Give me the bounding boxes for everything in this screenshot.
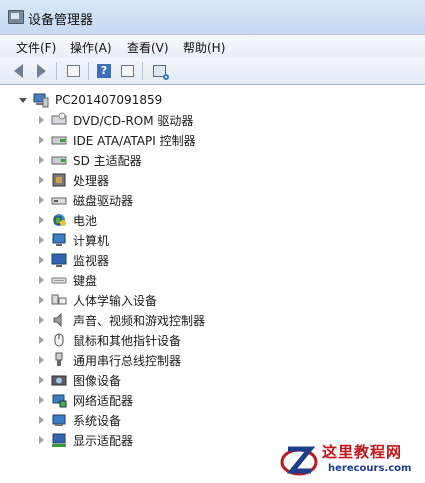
show-hide-tree-icon[interactable]: [65, 63, 81, 79]
expand-arrow-icon[interactable]: [37, 116, 45, 124]
expand-arrow-icon[interactable]: [37, 316, 45, 324]
tree-item-label: 网络适配器: [73, 393, 134, 408]
toolbar-separator: [88, 62, 89, 80]
tree-item-label: SD 主适配器: [73, 153, 142, 168]
expand-arrow-icon[interactable]: [37, 376, 45, 384]
tree-item[interactable]: 磁盘驱动器: [37, 190, 133, 210]
tree-item-label: 图像设备: [73, 373, 122, 388]
device-tree: PC201407091859 DVD/CD-ROM 驱动器 IDE ATA/ATA…: [0, 85, 425, 483]
processor-icon: [51, 172, 67, 188]
menu-view[interactable]: 查看(V): [127, 39, 169, 56]
tree-item-label: 通用串行总线控制器: [73, 353, 182, 368]
computer-icon: [33, 92, 49, 108]
expand-arrow-icon[interactable]: [37, 156, 45, 164]
optical-drive-icon: [51, 112, 67, 128]
tree-item-label: 计算机: [73, 233, 110, 248]
camera-icon: [51, 372, 67, 388]
tree-item-label: 鼠标和其他指针设备: [73, 333, 182, 348]
forward-arrow-icon[interactable]: [33, 63, 49, 79]
network-adapter-icon: [51, 392, 67, 408]
display-adapter-icon: [51, 432, 67, 448]
expand-arrow-icon[interactable]: [37, 356, 45, 364]
expand-arrow-icon[interactable]: [37, 276, 45, 284]
monitor-icon: [51, 252, 67, 268]
tree-item[interactable]: 声音、视频和游戏控制器: [37, 310, 205, 330]
watermark-url: herecours.com: [328, 463, 412, 474]
tree-item[interactable]: 监视器: [37, 250, 109, 270]
expand-arrow-icon[interactable]: [37, 396, 45, 404]
menu-help[interactable]: 帮助(H): [183, 39, 225, 56]
tree-item-label: 电池: [73, 213, 98, 228]
tree-item-label: 系统设备: [73, 413, 122, 428]
watermark-title: 这里教程网: [322, 443, 403, 461]
tree-item-label: IDE ATA/ATAPI 控制器: [73, 133, 196, 148]
tree-item[interactable]: 计算机: [37, 230, 109, 250]
tree-item-label: 磁盘驱动器: [73, 193, 134, 208]
menu-bar: 文件(F) 操作(A) 查看(V) 帮助(H): [0, 34, 425, 59]
mouse-icon: [51, 332, 67, 348]
expand-arrow-icon[interactable]: [37, 216, 45, 224]
computer-icon: [51, 232, 67, 248]
tree-item[interactable]: 系统设备: [37, 410, 121, 430]
toolbar-separator: [56, 62, 57, 80]
expand-arrow-icon[interactable]: [37, 436, 45, 444]
tree-item[interactable]: DVD/CD-ROM 驱动器: [37, 110, 193, 130]
scan-hardware-icon[interactable]: [151, 63, 169, 80]
tree-item[interactable]: 图像设备: [37, 370, 121, 390]
expand-arrow-icon[interactable]: [37, 176, 45, 184]
expand-arrow-icon[interactable]: [37, 256, 45, 264]
tree-item-label: 键盘: [73, 273, 98, 288]
tree-item[interactable]: 处理器: [37, 170, 109, 190]
hid-icon: [51, 292, 67, 308]
expand-arrow-icon[interactable]: [37, 336, 45, 344]
tree-item[interactable]: 显示适配器: [37, 430, 133, 450]
tree-item[interactable]: 电池: [37, 210, 97, 230]
help-icon[interactable]: ?: [96, 63, 112, 79]
watermark: 这里教程网 herecours.com: [278, 437, 425, 483]
tree-item-label: 人体学输入设备: [73, 293, 158, 308]
expand-arrow-icon[interactable]: [37, 136, 45, 144]
title-bar[interactable]: 设备管理器: [0, 0, 425, 34]
expand-arrow-icon[interactable]: [37, 196, 45, 204]
expand-arrow-icon[interactable]: [37, 416, 45, 424]
tree-item[interactable]: SD 主适配器: [37, 150, 142, 170]
computer-name: PC201407091859: [55, 93, 163, 107]
tree-item[interactable]: 鼠标和其他指针设备: [37, 330, 181, 350]
tree-item-label: 监视器: [73, 253, 110, 268]
tree-item[interactable]: 人体学输入设备: [37, 290, 157, 310]
expand-arrow-icon[interactable]: [37, 296, 45, 304]
watermark-logo-icon: [280, 446, 318, 476]
battery-icon: [51, 212, 67, 228]
tree-item-label: DVD/CD-ROM 驱动器: [73, 113, 194, 128]
disk-drive-icon: [51, 192, 67, 208]
usb-icon: [51, 352, 67, 368]
tree-item[interactable]: 键盘: [37, 270, 97, 290]
device-manager-icon: [8, 10, 24, 24]
tree-item[interactable]: IDE ATA/ATAPI 控制器: [37, 130, 196, 150]
tree-root[interactable]: PC201407091859: [19, 90, 162, 110]
ide-controller-icon: [51, 132, 67, 148]
collapse-arrow-icon[interactable]: [19, 96, 27, 104]
toolbar-separator: [142, 62, 143, 80]
speaker-icon: [51, 312, 67, 328]
system-device-icon: [51, 412, 67, 428]
keyboard-icon: [51, 272, 67, 288]
properties-icon[interactable]: [119, 63, 135, 79]
expand-arrow-icon[interactable]: [37, 236, 45, 244]
sd-adapter-icon: [51, 152, 67, 168]
menu-action[interactable]: 操作(A): [70, 39, 112, 56]
tree-item[interactable]: 网络适配器: [37, 390, 133, 410]
tree-item-label: 声音、视频和游戏控制器: [73, 313, 206, 328]
tree-item-label: 显示适配器: [73, 433, 134, 448]
tree-item[interactable]: 通用串行总线控制器: [37, 350, 181, 370]
back-arrow-icon[interactable]: [10, 63, 26, 79]
menu-file[interactable]: 文件(F): [16, 39, 56, 56]
window-title: 设备管理器: [28, 13, 94, 28]
toolbar: ?: [0, 58, 425, 85]
tree-item-label: 处理器: [73, 173, 110, 188]
